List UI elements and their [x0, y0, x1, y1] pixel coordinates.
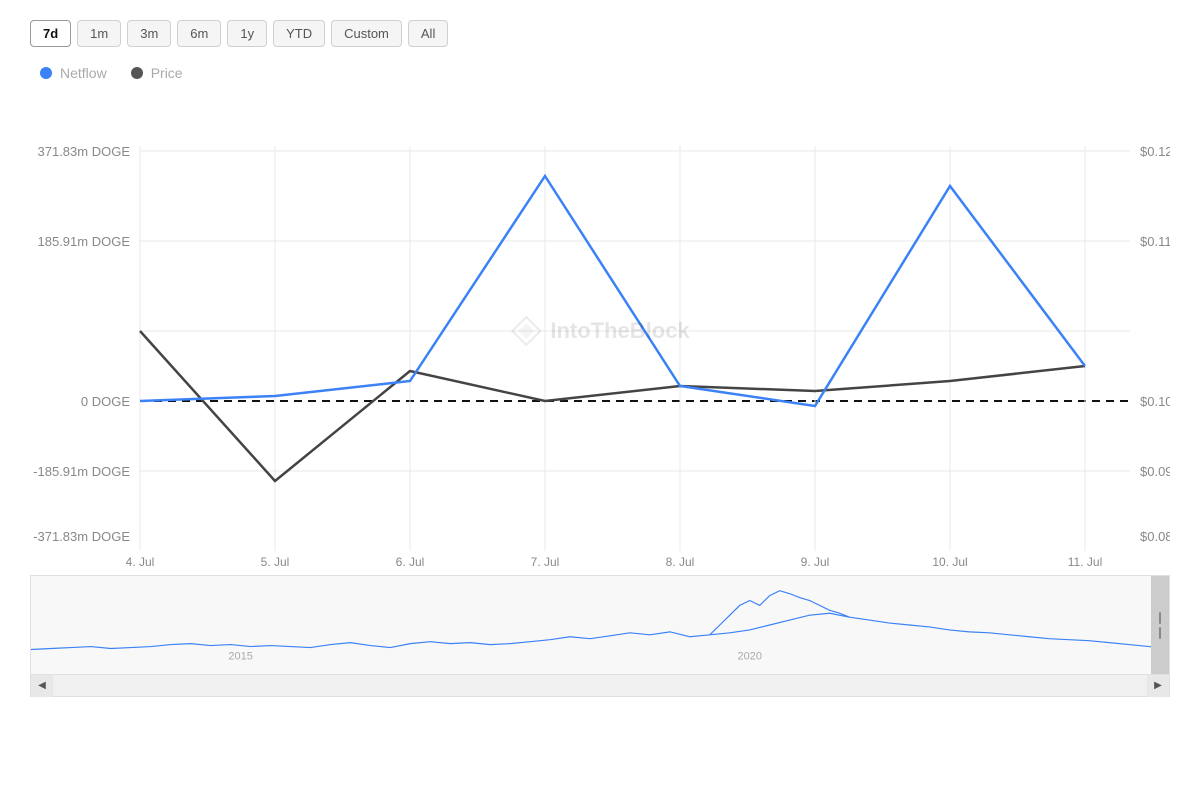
svg-text:2015: 2015	[228, 650, 252, 662]
main-chart: IntoTheBlock 371.83m DOGE 185.91m DOGE 0…	[30, 91, 1170, 571]
handle-line-2	[1159, 627, 1161, 639]
chart-legend: Netflow Price	[30, 65, 1170, 81]
svg-text:5. Jul: 5. Jul	[261, 555, 290, 569]
svg-text:2020: 2020	[738, 650, 762, 662]
time-btn-all[interactable]: All	[408, 20, 448, 47]
svg-text:-371.83m DOGE: -371.83m DOGE	[33, 529, 130, 544]
chart-svg: 371.83m DOGE 185.91m DOGE 0 DOGE -185.91…	[30, 91, 1170, 571]
time-range-selector: 7d1m3m6m1yYTDCustomAll	[30, 20, 1170, 47]
svg-text:8. Jul: 8. Jul	[666, 555, 695, 569]
svg-text:185.91m DOGE: 185.91m DOGE	[38, 234, 131, 249]
time-btn-1y[interactable]: 1y	[227, 20, 267, 47]
svg-text:7. Jul: 7. Jul	[531, 555, 560, 569]
price-label: Price	[151, 65, 183, 81]
svg-text:4. Jul: 4. Jul	[126, 555, 155, 569]
time-btn-7d[interactable]: 7d	[30, 20, 71, 47]
svg-text:6. Jul: 6. Jul	[396, 555, 425, 569]
scroll-track[interactable]	[53, 675, 1147, 696]
svg-text:$0.104000: $0.104000	[1140, 394, 1170, 409]
price-dot	[131, 67, 143, 79]
time-btn-custom[interactable]: Custom	[331, 20, 402, 47]
time-btn-6m[interactable]: 6m	[177, 20, 221, 47]
mini-chart-svg: 2015 2020	[31, 576, 1169, 674]
netflow-label: Netflow	[60, 65, 107, 81]
svg-text:$0.096000: $0.096000	[1140, 464, 1170, 479]
svg-text:$0.088000: $0.088000	[1140, 529, 1170, 544]
mini-navigator[interactable]: 2015 2020	[30, 575, 1170, 675]
legend-netflow: Netflow	[40, 65, 107, 81]
svg-text:11. Jul: 11. Jul	[1068, 555, 1102, 569]
svg-text:10. Jul: 10. Jul	[932, 555, 967, 569]
svg-text:$0.120000: $0.120000	[1140, 144, 1170, 159]
svg-text:$0.112000: $0.112000	[1140, 234, 1170, 249]
scroll-left-button[interactable]: ◀	[31, 675, 53, 697]
handle-line-1	[1159, 612, 1161, 624]
scroll-right-button[interactable]: ▶	[1147, 675, 1169, 697]
netflow-dot	[40, 67, 52, 79]
time-btn-ytd[interactable]: YTD	[273, 20, 325, 47]
svg-text:371.83m DOGE: 371.83m DOGE	[38, 144, 131, 159]
time-btn-1m[interactable]: 1m	[77, 20, 121, 47]
svg-text:0 DOGE: 0 DOGE	[81, 394, 130, 409]
time-btn-3m[interactable]: 3m	[127, 20, 171, 47]
legend-price: Price	[131, 65, 183, 81]
svg-text:-185.91m DOGE: -185.91m DOGE	[33, 464, 130, 479]
scroll-bar[interactable]: ◀ ▶	[30, 675, 1170, 697]
svg-text:9. Jul: 9. Jul	[801, 555, 830, 569]
navigator-handle-right[interactable]	[1151, 576, 1169, 674]
